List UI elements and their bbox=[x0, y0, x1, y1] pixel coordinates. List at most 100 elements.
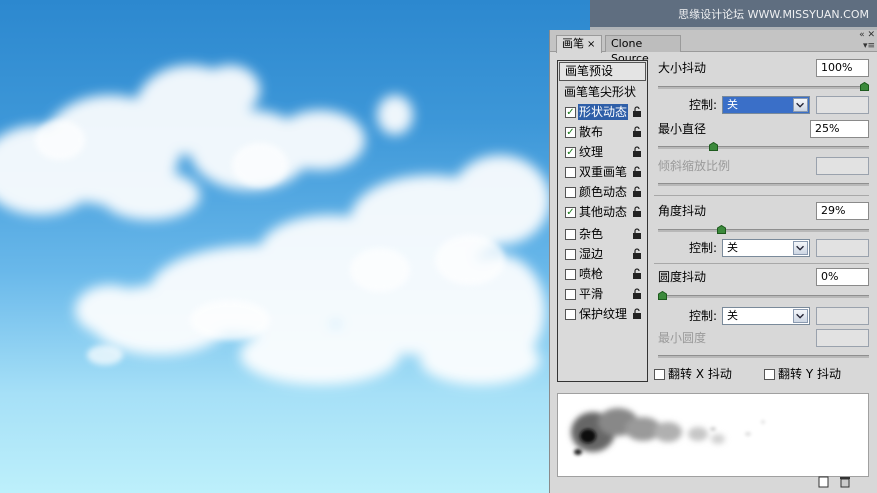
option-label: 散布 bbox=[579, 125, 604, 139]
checkbox-dual-brush[interactable] bbox=[565, 167, 576, 178]
roundness-control-select[interactable]: 关 bbox=[722, 307, 810, 325]
lock-icon[interactable] bbox=[632, 268, 642, 280]
brush-presets-button[interactable]: 画笔预设 bbox=[559, 62, 646, 81]
angle-control-select[interactable]: 关 bbox=[722, 239, 810, 257]
min-roundness-label: 最小圆度 bbox=[658, 331, 707, 345]
size-jitter-input[interactable]: 100% bbox=[816, 59, 869, 77]
lock-icon[interactable] bbox=[632, 206, 642, 218]
min-roundness-input bbox=[816, 329, 869, 347]
option-label: 杂色 bbox=[579, 227, 604, 241]
option-shape-dynamics[interactable]: ✓ 形状动态 bbox=[558, 103, 647, 122]
brush-tip-shape-item[interactable]: 画笔笔尖形状 bbox=[564, 85, 636, 100]
tilt-scale-slider bbox=[658, 183, 869, 186]
roundness-jitter-input[interactable]: 0% bbox=[816, 268, 869, 286]
min-diameter-thumb[interactable] bbox=[708, 142, 718, 151]
min-diameter-slider[interactable] bbox=[658, 146, 869, 149]
option-texture[interactable]: ✓ 纹理 bbox=[558, 143, 647, 162]
flip-y-label: 翻转 Y 抖动 bbox=[778, 367, 841, 381]
lock-icon[interactable] bbox=[632, 166, 642, 178]
lock-icon[interactable] bbox=[632, 228, 642, 240]
lock-icon[interactable] bbox=[632, 248, 642, 260]
min-diameter-label: 最小直径 bbox=[658, 122, 707, 136]
chevron-down-icon[interactable] bbox=[793, 309, 808, 323]
lock-icon[interactable] bbox=[632, 126, 642, 138]
option-label: 纹理 bbox=[579, 145, 604, 159]
size-jitter-label: 大小抖动 bbox=[658, 61, 707, 75]
option-color-dynamics[interactable]: 颜色动态 bbox=[558, 183, 647, 202]
tab-close-icon[interactable]: × bbox=[587, 39, 595, 50]
tab-clone-source[interactable]: Clone Source bbox=[605, 35, 681, 65]
trash-icon[interactable] bbox=[840, 477, 850, 488]
collapse-icon[interactable]: « bbox=[859, 30, 865, 40]
chevron-down-icon[interactable] bbox=[793, 98, 808, 112]
roundness-control-label: 控制: bbox=[689, 309, 718, 323]
checkbox-texture[interactable]: ✓ bbox=[565, 147, 576, 158]
brush-panel: 画笔 × Clone Source « ✕ ▾≡ 画笔预设 画笔笔尖形状 ✓ 形状… bbox=[549, 30, 877, 493]
option-label: 颜色动态 bbox=[579, 185, 628, 199]
roundness-jitter-slider[interactable] bbox=[658, 295, 869, 298]
panel-footer-icons bbox=[815, 476, 855, 491]
size-jitter-slider[interactable] bbox=[658, 86, 869, 89]
size-control-label: 控制: bbox=[689, 98, 718, 112]
option-label: 喷枪 bbox=[579, 267, 604, 281]
option-label: 保护纹理 bbox=[579, 307, 628, 321]
chevron-down-icon[interactable] bbox=[793, 241, 808, 255]
checkbox-other-dynamics[interactable]: ✓ bbox=[565, 207, 576, 218]
tab-brush-label: 画笔 bbox=[562, 37, 584, 50]
brush-stroke-preview bbox=[557, 393, 869, 477]
checkbox-protect-texture[interactable] bbox=[565, 309, 576, 320]
option-label: 平滑 bbox=[579, 287, 604, 301]
lock-icon[interactable] bbox=[632, 288, 642, 300]
option-smoothing[interactable]: 平滑 bbox=[558, 285, 647, 304]
option-scattering[interactable]: ✓ 散布 bbox=[558, 123, 647, 142]
option-label: 形状动态 bbox=[578, 104, 629, 120]
lock-icon[interactable] bbox=[632, 308, 642, 320]
option-protect-texture[interactable]: 保护纹理 bbox=[558, 305, 647, 324]
lock-icon[interactable] bbox=[632, 146, 642, 158]
angle-jitter-slider[interactable] bbox=[658, 229, 869, 232]
flip-x-label: 翻转 X 抖动 bbox=[668, 367, 732, 381]
roundness-control-value: 关 bbox=[727, 309, 738, 322]
size-jitter-thumb[interactable] bbox=[860, 82, 869, 91]
checkbox-airbrush[interactable] bbox=[565, 269, 576, 280]
panel-header: 画笔 × Clone Source « ✕ ▾≡ bbox=[550, 30, 877, 65]
angle-control-value: 关 bbox=[727, 241, 738, 254]
size-control-value: 关 bbox=[727, 98, 738, 111]
lock-icon[interactable] bbox=[632, 106, 642, 118]
tilt-scale-label: 倾斜缩放比例 bbox=[658, 159, 731, 173]
footer-icons-group bbox=[818, 476, 850, 488]
watermark-text: 思缘设计论坛 WWW.MISSYUAN.COM bbox=[678, 8, 869, 21]
checkbox-scattering[interactable]: ✓ bbox=[565, 127, 576, 138]
roundness-jitter-thumb[interactable] bbox=[658, 291, 667, 300]
roundness-jitter-label: 圆度抖动 bbox=[658, 270, 707, 284]
option-dual-brush[interactable]: 双重画笔 bbox=[558, 163, 647, 182]
option-noise[interactable]: 杂色 bbox=[558, 225, 647, 244]
option-airbrush[interactable]: 喷枪 bbox=[558, 265, 647, 284]
roundness-control-extra-box bbox=[816, 307, 869, 325]
flip-x-checkbox[interactable] bbox=[654, 369, 665, 380]
checkbox-smoothing[interactable] bbox=[565, 289, 576, 300]
checkbox-noise[interactable] bbox=[565, 229, 576, 240]
angle-jitter-thumb[interactable] bbox=[716, 225, 726, 234]
panel-menu-icon[interactable]: ▾≡ bbox=[859, 41, 875, 52]
size-control-extra-box bbox=[816, 96, 869, 114]
size-control-select[interactable]: 关 bbox=[722, 96, 810, 114]
checkbox-wet-edges[interactable] bbox=[565, 249, 576, 260]
brush-stroke-image bbox=[571, 408, 765, 455]
option-label: 其他动态 bbox=[579, 205, 628, 219]
checkbox-color-dynamics[interactable] bbox=[565, 187, 576, 198]
lock-icon[interactable] bbox=[632, 186, 642, 198]
angle-jitter-input[interactable]: 29% bbox=[816, 202, 869, 220]
angle-control-label: 控制: bbox=[689, 241, 718, 255]
section-divider bbox=[654, 263, 869, 264]
flip-y-checkbox[interactable] bbox=[764, 369, 775, 380]
panel-header-icons: « ✕ ▾≡ bbox=[859, 30, 875, 52]
new-preset-icon[interactable] bbox=[818, 476, 829, 488]
tab-brush[interactable]: 画笔 × bbox=[556, 35, 602, 53]
min-diameter-input[interactable]: 25% bbox=[810, 120, 869, 138]
close-panel-icon[interactable]: ✕ bbox=[867, 30, 875, 40]
checkbox-shape-dynamics[interactable]: ✓ bbox=[565, 107, 576, 118]
option-other-dynamics[interactable]: ✓ 其他动态 bbox=[558, 203, 647, 222]
brush-options-list: 画笔预设 画笔笔尖形状 ✓ 形状动态 ✓ 散布 ✓ 纹理 双重画笔 颜色动态 ✓… bbox=[557, 60, 648, 382]
option-wet-edges[interactable]: 湿边 bbox=[558, 245, 647, 264]
